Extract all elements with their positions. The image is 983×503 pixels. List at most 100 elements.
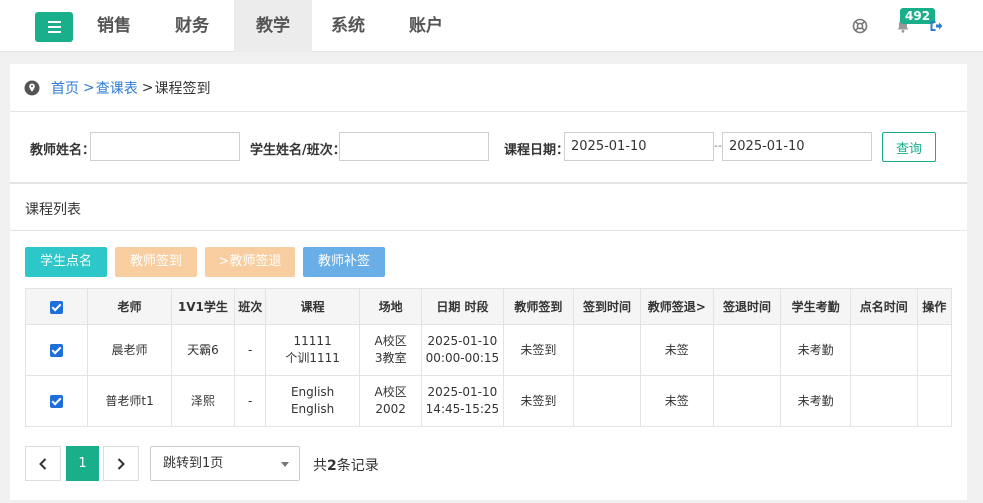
venue-cell: A校区 2002: [358, 375, 423, 427]
hamburger-icon-bar: [47, 21, 61, 23]
course-name: English: [290, 402, 335, 416]
date-time-cell: 2025-01-10 14:45-15:25: [421, 375, 504, 427]
date-value: 2025-01-10: [427, 385, 498, 399]
divider: [10, 230, 967, 231]
page-number-button[interactable]: 1: [66, 446, 99, 481]
table-row: 晨老师 天霸6 - 11111 个训1111 A校区 3教室 2025-01-10 0…: [24, 324, 953, 376]
divider: [10, 111, 967, 112]
class-cell: -: [234, 375, 267, 427]
hamburger-icon-bar: [47, 31, 61, 33]
row-checkbox[interactable]: [50, 394, 64, 408]
time-value: 00:00-00:15: [425, 351, 500, 365]
nav-item-teaching[interactable]: 教学: [234, 0, 312, 52]
jump-to-page-select[interactable]: 跳转到1页: [150, 446, 300, 481]
row-select-cell[interactable]: [24, 375, 89, 427]
attendance-cell: 未考勤: [780, 375, 851, 427]
teacher-signout-button[interactable]: >教师签退: [205, 247, 295, 277]
menu-toggle-button[interactable]: [35, 12, 73, 42]
student-class-label: 学生姓名/班次：: [250, 143, 346, 158]
rollcall-time-cell: [849, 324, 918, 376]
teacher-signin-button[interactable]: 教师签到: [115, 247, 197, 277]
teacher-cell: 晨老师: [87, 324, 172, 376]
student-rollcall-button[interactable]: 学生点名: [25, 247, 107, 277]
venue-cell: A校区 3教室: [358, 324, 423, 376]
nav-item-sales[interactable]: 销售: [80, 0, 148, 52]
chevron-left-icon: [39, 457, 47, 470]
column-header: 1V1学生: [170, 288, 236, 325]
column-header: 点名时间: [849, 288, 918, 325]
total-suffix: 条记录: [336, 458, 379, 474]
teacher-cell: 普老师t1: [87, 375, 172, 427]
location-pin-icon: [24, 80, 40, 96]
table-header-row: 老师 1V1学生 班次 课程 场地 日期 时段 教师签到 签到时间 教师签退> …: [24, 288, 953, 325]
rollcall-time-cell: [849, 375, 918, 427]
total-prefix: 共: [313, 458, 327, 474]
nav-item-system[interactable]: 系统: [312, 0, 384, 52]
teacher-name-label: 教师姓名：: [30, 143, 96, 158]
signout-time-cell: [712, 375, 782, 427]
course-cell: English English: [265, 375, 360, 427]
course-name: 个训1111: [285, 351, 340, 365]
campus-name: A校区: [374, 334, 407, 348]
teacher-name-input[interactable]: [90, 132, 240, 161]
date-to-input[interactable]: [722, 132, 872, 161]
column-header: 日期 时段: [421, 288, 504, 325]
row-checkbox[interactable]: [50, 343, 64, 357]
course-cell: 11111 个训1111: [265, 324, 360, 376]
class-cell: -: [234, 324, 267, 376]
column-header: 教师签退>: [639, 288, 714, 325]
signin-status-cell: 未签到: [502, 324, 575, 376]
room-name: 3教室: [374, 351, 407, 365]
column-header: 老师: [87, 288, 172, 325]
select-all-checkbox[interactable]: [50, 300, 64, 314]
nav-item-finance[interactable]: 财务: [156, 0, 228, 52]
date-range-separator: --: [714, 139, 722, 152]
column-header: 操作: [916, 288, 953, 325]
signin-time-cell: [573, 375, 641, 427]
breadcrumb-schedule-link[interactable]: 查课表: [96, 78, 138, 98]
student-class-input[interactable]: [339, 132, 489, 161]
course-date-label: 课程日期：: [504, 143, 570, 158]
nav-item-account[interactable]: 账户: [390, 0, 462, 52]
signin-time-cell: [573, 324, 641, 376]
jump-to-page-value: 跳转到1页: [163, 456, 224, 471]
breadcrumb-home-link[interactable]: 首页: [51, 78, 79, 98]
course-code: English: [290, 385, 335, 399]
chevron-right-icon: [117, 457, 125, 470]
campus-name: A校区: [374, 385, 407, 399]
signout-status-cell: 未签: [639, 375, 714, 427]
column-header: 签到时间: [573, 288, 641, 325]
date-from-input[interactable]: [564, 132, 714, 161]
breadcrumb-separator: >: [141, 80, 154, 96]
chevron-down-icon: [281, 462, 289, 467]
operation-cell: [916, 375, 953, 427]
total-count: 2: [327, 458, 337, 474]
course-list-title: 课程列表: [25, 202, 81, 218]
time-value: 14:45-15:25: [425, 402, 500, 416]
student-cell: 泽熙: [170, 375, 236, 427]
total-records: 共2条记录: [313, 455, 379, 475]
main-panel: 首页 > 查课表 > 课程签到 教师姓名： 学生姓名/班次： 课程日期： -- …: [10, 64, 967, 500]
divider: [10, 182, 967, 184]
prev-page-button[interactable]: [25, 446, 61, 481]
teacher-makeup-sign-button[interactable]: 教师补签: [303, 247, 385, 277]
column-header: 课程: [265, 288, 360, 325]
column-header: 学生考勤: [780, 288, 851, 325]
column-header: 班次: [234, 288, 267, 325]
column-header: 签退时间: [712, 288, 782, 325]
hamburger-icon-bar: [47, 26, 61, 28]
select-all-cell[interactable]: [24, 288, 89, 325]
breadcrumb-separator: >: [83, 80, 95, 96]
logout-icon[interactable]: [926, 16, 946, 36]
lifebuoy-icon[interactable]: [850, 16, 870, 36]
date-value: 2025-01-10: [427, 334, 498, 348]
query-button[interactable]: 查询: [882, 132, 936, 162]
next-page-button[interactable]: [103, 446, 139, 481]
breadcrumb-current: 课程签到: [154, 81, 211, 97]
row-select-cell[interactable]: [24, 324, 89, 376]
column-header: 场地: [358, 288, 423, 325]
column-header: 教师签到: [502, 288, 575, 325]
operation-cell: [916, 324, 953, 376]
signout-status-cell: 未签: [639, 324, 714, 376]
attendance-cell: 未考勤: [780, 324, 851, 376]
